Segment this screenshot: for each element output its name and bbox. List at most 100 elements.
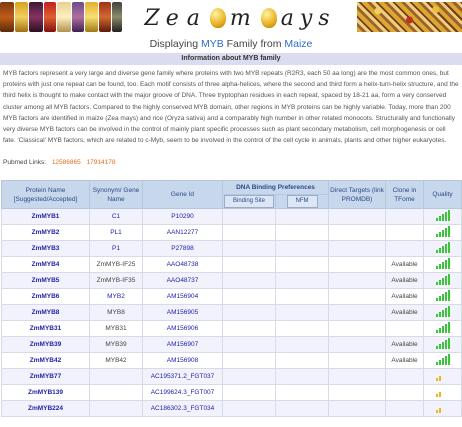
pubmed-link[interactable]: 17914178 — [87, 159, 116, 166]
pubmed-link[interactable]: 12586865 — [52, 159, 81, 166]
synonym-cell[interactable]: MYB39 — [89, 336, 143, 353]
protein-name-link[interactable]: ZmMYB77 — [1, 368, 90, 385]
synonym-cell[interactable]: ZmMYB-IF25 — [89, 256, 143, 273]
table-row: ZmMYB77 AC195371.2_FGT037 — [1, 368, 462, 385]
direct-targets-cell — [328, 400, 386, 417]
gene-id-link[interactable]: AAO48737 — [142, 272, 223, 289]
quality-bar — [444, 292, 447, 301]
table-row: ZmMYB42 MYB42 AM156908 Available — [1, 352, 462, 369]
synonym-cell[interactable] — [89, 384, 143, 401]
col-header-gene-id[interactable]: Gene Id — [142, 180, 223, 209]
protein-name-link[interactable]: ZmMYB5 — [1, 272, 90, 289]
logo-text-part: a — [186, 5, 206, 31]
quality-bars-icon — [435, 274, 450, 285]
quality-bar — [435, 218, 438, 221]
synonym-cell[interactable]: MYB8 — [89, 304, 143, 321]
quality-bars-icon — [435, 354, 450, 365]
binding-site-cell — [222, 320, 276, 337]
synonym-cell[interactable] — [89, 368, 143, 385]
gene-id-link[interactable]: AC186302.3_FGT034 — [142, 400, 223, 417]
col-header-direct-targets[interactable]: Direct Targets (link PROMDB) — [328, 180, 386, 209]
synonym-cell[interactable]: PL1 — [89, 224, 143, 241]
quality-cell — [423, 208, 462, 225]
col-header-synonym[interactable]: Synonym/ Gene Name — [89, 180, 143, 209]
quality-bar — [445, 372, 447, 381]
gene-id-link[interactable]: AM156908 — [142, 352, 223, 369]
quality-cell — [423, 256, 462, 273]
quality-cell — [423, 224, 462, 241]
quality-bar — [441, 294, 444, 301]
clone-status — [385, 320, 424, 337]
direct-targets-cell — [328, 304, 386, 321]
quality-bars-icon — [435, 386, 450, 397]
quality-bars-icon — [435, 290, 450, 301]
quality-bar — [444, 308, 447, 317]
clone-status: Available — [385, 288, 424, 305]
quality-cell — [423, 368, 462, 385]
gene-id-link[interactable]: AAN12277 — [142, 224, 223, 241]
synonym-cell[interactable]: MYB42 — [89, 352, 143, 369]
protein-name-link[interactable]: ZmMYB3 — [1, 240, 90, 257]
protein-name-link[interactable]: ZmMYB2 — [1, 224, 90, 241]
protein-name-link[interactable]: ZmMYB8 — [1, 304, 90, 321]
protein-name-link[interactable]: ZmMYB1 — [1, 208, 90, 225]
nfm-cell — [275, 384, 329, 401]
gene-id-link[interactable]: AM156907 — [142, 336, 223, 353]
protein-name-link[interactable]: ZmMYB31 — [1, 320, 90, 337]
nfm-cell — [275, 240, 329, 257]
clone-status: Available — [385, 352, 424, 369]
synonym-cell[interactable]: MYB2 — [89, 288, 143, 305]
quality-bar — [435, 330, 438, 333]
quality-bar — [438, 232, 441, 237]
direct-targets-cell — [328, 368, 386, 385]
heading-middle: Family from — [223, 38, 285, 50]
binding-site-cell — [222, 336, 276, 353]
protein-name-link[interactable]: ZmMYB6 — [1, 288, 90, 305]
species-link[interactable]: Maize — [284, 38, 312, 50]
quality-bar — [442, 406, 444, 413]
pubmed-label: Pubmed Links: — [3, 159, 46, 166]
protein-name-link[interactable]: ZmMYB39 — [1, 336, 90, 353]
direct-targets-cell — [328, 224, 386, 241]
gene-id-link[interactable]: AM156906 — [142, 320, 223, 337]
col-header-protein[interactable]: Protein Name [Suggested/Accepted] — [1, 180, 90, 209]
zea-mays-logo: Ze a m ays — [124, 3, 356, 33]
gene-id-link[interactable]: AAO48738 — [142, 256, 223, 273]
quality-bar — [447, 338, 450, 349]
gene-id-link[interactable]: AM156904 — [142, 288, 223, 305]
synonym-cell[interactable]: MYB31 — [89, 320, 143, 337]
col-header-quality[interactable]: Quality — [423, 180, 462, 209]
protein-name-link[interactable]: ZmMYB139 — [1, 384, 90, 401]
protein-name-link[interactable]: ZmMYB4 — [1, 256, 90, 273]
gene-id-link[interactable]: P27898 — [142, 240, 223, 257]
protein-name-link[interactable]: ZmMYB42 — [1, 352, 90, 369]
binding-site-cell — [222, 288, 276, 305]
quality-bars-icon — [435, 338, 450, 349]
nfm-cell — [275, 288, 329, 305]
corn-kernel-icon — [260, 8, 277, 28]
quality-bar — [435, 346, 438, 349]
quality-bar — [435, 250, 438, 253]
col-header-clone[interactable]: Clone in TFome — [385, 180, 424, 209]
binding-site-cell — [222, 208, 276, 225]
synonym-cell[interactable] — [89, 400, 143, 417]
gene-id-link[interactable]: AC199624.3_FGT007 — [142, 384, 223, 401]
nfm-cell — [275, 320, 329, 337]
page-heading: Displaying MYB Family from Maize — [0, 38, 462, 50]
synonym-cell[interactable]: P1 — [89, 240, 143, 257]
family-link[interactable]: MYB — [201, 38, 224, 50]
synonym-cell[interactable]: ZmMYB-IF35 — [89, 272, 143, 289]
info-section-title: Information about MYB family — [0, 53, 462, 65]
quality-bar — [447, 258, 450, 269]
gene-id-link[interactable]: AC195371.2_FGT037 — [142, 368, 223, 385]
gene-id-link[interactable]: AM156905 — [142, 304, 223, 321]
synonym-cell[interactable]: C1 — [89, 208, 143, 225]
quality-bar — [435, 234, 438, 237]
table-row: ZmMYB139 AC199624.3_FGT007 — [1, 384, 462, 401]
quality-bars-icon — [435, 322, 450, 333]
protein-name-link[interactable]: ZmMYB224 — [1, 400, 90, 417]
nfm-label[interactable]: NFM — [286, 195, 318, 208]
gene-id-link[interactable]: P10290 — [142, 208, 223, 225]
binding-site-label[interactable]: Binding Site — [223, 195, 275, 208]
quality-bar — [435, 266, 438, 269]
